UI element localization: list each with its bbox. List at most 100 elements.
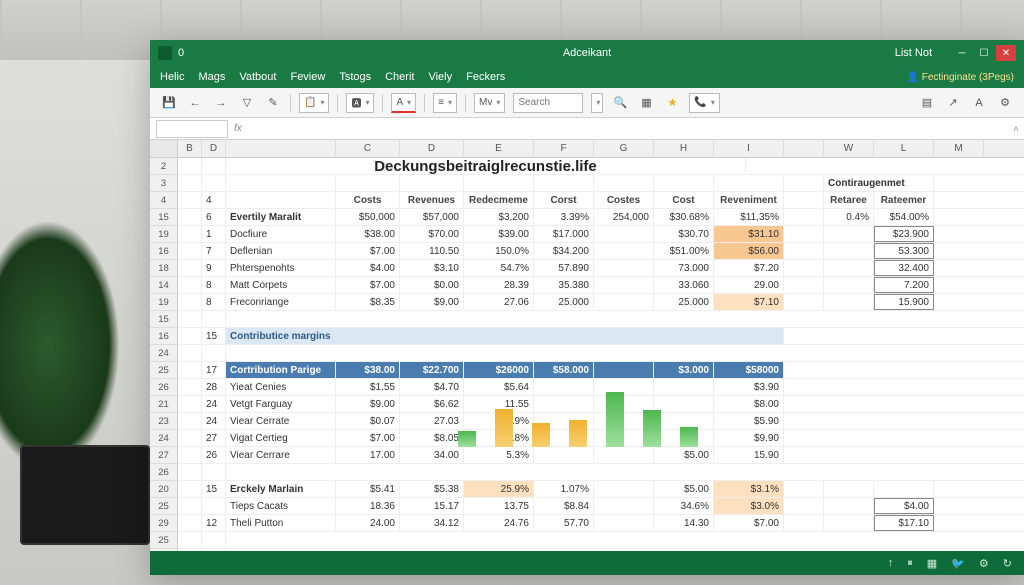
cell[interactable] (202, 345, 226, 361)
cell[interactable] (784, 481, 824, 497)
row-header[interactable]: 25 (150, 498, 177, 515)
cell[interactable]: 17 (202, 362, 226, 378)
cell[interactable]: $22.700 (400, 362, 464, 378)
zoom-icon[interactable]: 🔍 (611, 94, 629, 112)
cell[interactable]: 15.17 (400, 498, 464, 514)
formula-input[interactable] (246, 120, 1008, 138)
cell[interactable] (824, 277, 874, 293)
status-icon[interactable]: 🐦 (951, 557, 965, 570)
cell[interactable]: $30.70 (654, 226, 714, 242)
cell[interactable] (178, 175, 202, 191)
cell[interactable] (594, 277, 654, 293)
cell[interactable] (178, 447, 202, 463)
maximize-button[interactable]: ☐ (974, 45, 994, 61)
cell[interactable] (824, 498, 874, 514)
cell[interactable]: Cost (654, 192, 714, 208)
cell[interactable] (714, 175, 784, 191)
font-icon[interactable]: A (970, 94, 988, 112)
font-dropdown[interactable]: 🅰 (346, 93, 374, 113)
cell[interactable] (178, 430, 202, 446)
cell[interactable]: $5.00 (654, 447, 714, 463)
cell[interactable] (178, 209, 202, 225)
filter-icon[interactable]: ▽ (238, 94, 256, 112)
paste-dropdown[interactable]: 📋 (299, 93, 329, 113)
cell[interactable]: $31.10 (714, 226, 784, 242)
cell[interactable] (594, 362, 654, 378)
titlebar-right-label[interactable]: List Not (895, 47, 932, 59)
cell[interactable]: 27 (202, 430, 226, 446)
cell[interactable]: $7.00 (336, 243, 400, 259)
col-header[interactable]: G (594, 140, 654, 157)
cell[interactable] (178, 192, 202, 208)
cell[interactable] (178, 345, 202, 361)
font-color-dropdown[interactable]: A (391, 93, 416, 113)
cell[interactable] (594, 175, 654, 191)
row-header[interactable]: 24 (150, 345, 177, 362)
cell[interactable]: $9.00 (400, 294, 464, 310)
cell[interactable]: 27.06 (464, 294, 534, 310)
cell[interactable]: $7.00 (714, 515, 784, 531)
cell[interactable]: 73.000 (654, 260, 714, 276)
cell[interactable] (784, 294, 824, 310)
brush-icon[interactable]: ✎ (264, 94, 282, 112)
row-header[interactable]: 2 (150, 158, 177, 175)
row-header[interactable]: 19 (150, 294, 177, 311)
cell[interactable]: Yieat Cenies (226, 379, 336, 395)
cell[interactable]: 1.07% (534, 481, 594, 497)
menu-item[interactable]: Tstogs (339, 71, 371, 83)
cell[interactable]: 24 (202, 413, 226, 429)
cell[interactable]: 9 (202, 260, 226, 276)
cell[interactable] (824, 260, 874, 276)
cell[interactable] (594, 260, 654, 276)
row-header[interactable]: 29 (150, 515, 177, 532)
cell[interactable]: $1.55 (336, 379, 400, 395)
cell[interactable] (784, 260, 824, 276)
cell[interactable] (178, 515, 202, 531)
cell[interactable]: Rateemer (874, 192, 934, 208)
cell[interactable]: Vetgt Farguay (226, 396, 336, 412)
cell[interactable]: $23.900 (874, 226, 934, 242)
col-header[interactable]: L (874, 140, 934, 157)
cell[interactable] (178, 413, 202, 429)
cell[interactable]: $7.20 (714, 260, 784, 276)
cell[interactable]: 24 (202, 396, 226, 412)
cell[interactable]: 18.36 (336, 498, 400, 514)
cell[interactable] (654, 175, 714, 191)
cell[interactable]: $11,35% (714, 209, 784, 225)
cell[interactable] (534, 447, 594, 463)
menu-item[interactable]: Cherit (385, 71, 414, 83)
menu-item[interactable]: Helic (160, 71, 184, 83)
cell[interactable]: 254,000 (594, 209, 654, 225)
cell[interactable]: 15 (202, 328, 226, 344)
status-icon[interactable]: ⚙ (979, 557, 989, 570)
row-header[interactable]: 25 (150, 532, 177, 549)
cell[interactable]: 8 (202, 294, 226, 310)
cell[interactable]: 25.000 (654, 294, 714, 310)
cell[interactable] (784, 277, 824, 293)
cell[interactable] (178, 498, 202, 514)
menu-item[interactable]: Feckers (466, 71, 505, 83)
cell[interactable]: $50,000 (336, 209, 400, 225)
cell[interactable]: $51.00% (654, 243, 714, 259)
cell[interactable]: $3.10 (400, 260, 464, 276)
cell[interactable]: 12 (202, 515, 226, 531)
cell[interactable] (178, 328, 202, 344)
cell[interactable]: 150.0% (464, 243, 534, 259)
save-icon[interactable]: 💾 (160, 94, 178, 112)
cell[interactable]: Evertily Maralit (226, 209, 336, 225)
cell[interactable]: $30.68% (654, 209, 714, 225)
status-icon[interactable]: ↑ (888, 557, 894, 569)
row-header[interactable]: 18 (150, 260, 177, 277)
row-header[interactable]: 26 (150, 379, 177, 396)
cell[interactable] (824, 481, 874, 497)
status-icon[interactable]: ▦ (927, 557, 937, 570)
cell[interactable]: $38.00 (336, 362, 400, 378)
cell[interactable]: $0.07 (336, 413, 400, 429)
col-header[interactable]: F (534, 140, 594, 157)
cell[interactable]: 14.30 (654, 515, 714, 531)
cell[interactable]: $3.000 (654, 362, 714, 378)
col-header[interactable]: W (824, 140, 874, 157)
cell[interactable] (178, 158, 202, 174)
menu-item[interactable]: Vatbout (239, 71, 276, 83)
col-header[interactable]: M (934, 140, 984, 157)
